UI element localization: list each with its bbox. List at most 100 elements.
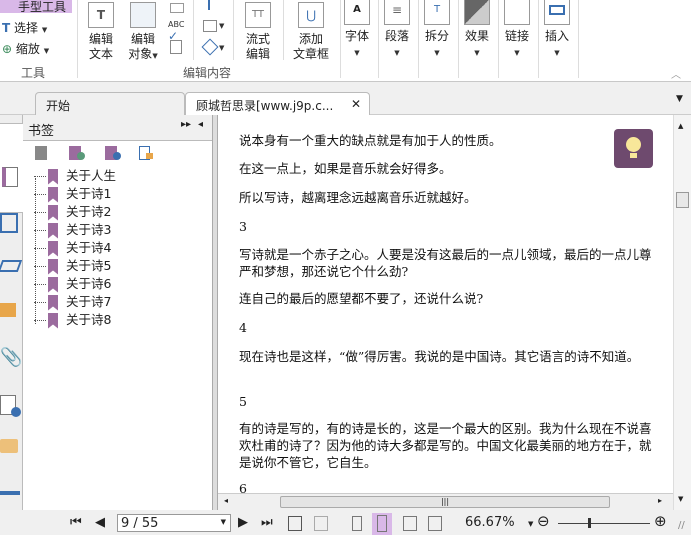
vertical-scrollbar[interactable]: ▲ ▼ [673, 115, 691, 510]
page-number-input[interactable]: 9 / 55 ▼ [117, 514, 231, 532]
lightbulb-icon [626, 137, 641, 152]
insert-image-icon[interactable] [203, 20, 217, 32]
font-button[interactable]: A 字体 ▼ [344, 0, 370, 61]
split-icon: T [424, 0, 450, 25]
bookmark-item[interactable]: 关于诗2 [34, 203, 111, 221]
flow-edit-button[interactable]: TT 流式 编辑 [243, 2, 273, 62]
zoom-button[interactable]: ⊕ 缩放 ▼ [2, 40, 49, 57]
split-button[interactable]: T 拆分 ▼ [424, 0, 450, 61]
zoom-slider[interactable] [558, 523, 650, 524]
paragraph: 写诗就是一个赤子之心。人要是没有这最后的一点儿领域，最后的一点儿尊严和梦想，那还… [239, 247, 652, 279]
bookmark-flag-icon [48, 240, 58, 257]
horizontal-scroll-thumb[interactable]: ||| [280, 496, 610, 508]
paragraph-icon: ≡ [384, 0, 410, 25]
vertical-scroll-thumb[interactable] [676, 192, 689, 208]
tab-document[interactable]: 顾城哲思录[www.j9p.c... ✕ [185, 92, 370, 116]
close-tab-icon[interactable]: ✕ [351, 97, 361, 111]
zoom-level[interactable]: 66.67% [465, 515, 515, 531]
continuous-facing-icon[interactable] [428, 516, 442, 531]
split-label: 拆分 [424, 29, 449, 43]
collapse-panel-icon[interactable]: ◂ [198, 119, 203, 130]
effects-button[interactable]: 效果 ▼ [464, 0, 490, 61]
section-number: 5 [239, 394, 247, 409]
bookmark-label: 关于诗7 [66, 294, 112, 309]
section-number: 3 [239, 219, 247, 234]
previous-view-icon[interactable] [288, 516, 302, 531]
insert-button[interactable]: 插入 ▼ [544, 0, 570, 61]
bookmarks-title: 书签 [28, 124, 55, 139]
paragraph: 有的诗是写的，有的诗是长的，这是一个最大的区别。我为什么现在不说喜欢杜甫的诗了？… [239, 421, 652, 470]
edit-text-icon: T [88, 2, 114, 28]
zoom-slider-thumb[interactable] [588, 518, 591, 528]
facing-pages-icon[interactable] [403, 516, 417, 531]
bookmark-tree: 关于人生 关于诗1 关于诗2 关于诗3 关于诗4 关于诗5 关于诗6 关于诗7 … [23, 140, 212, 510]
pages-panel-icon[interactable] [0, 213, 18, 233]
paragraph: 在这一点上，如果是音乐就会好得多。 [239, 161, 452, 176]
tools-group-label: 工具 [21, 66, 46, 80]
select-button[interactable]: T 选择 ▼ [2, 19, 47, 36]
insert-text-icon[interactable] [208, 0, 210, 10]
tab-document-label: 顾城哲思录[www.j9p.c... [196, 99, 334, 113]
single-page-icon[interactable] [352, 516, 362, 531]
text-replace-icon[interactable] [170, 40, 182, 54]
scroll-up-icon[interactable]: ▲ [678, 122, 683, 130]
bookmark-item[interactable]: 关于诗4 [34, 239, 111, 257]
bookmark-item[interactable]: 关于诗7 [34, 293, 111, 311]
collapse-ribbon-icon[interactable]: ︿ [671, 66, 681, 81]
tab-start[interactable]: 开始 [35, 92, 185, 115]
paragraph-button[interactable]: ≡ 段落 ▼ [384, 0, 410, 61]
bookmark-item[interactable]: 关于诗3 [34, 221, 111, 239]
section-number: 6 [239, 481, 247, 493]
flow-edit-label-2: 编辑 [245, 47, 270, 61]
zoom-out-icon[interactable]: ⊖ [537, 513, 550, 529]
bookmarks-panel-icon[interactable] [2, 167, 18, 187]
bookmark-label: 关于诗5 [66, 258, 112, 273]
bookmark-item[interactable]: 关于诗6 [34, 275, 111, 293]
bookmark-item[interactable]: 关于诗5 [34, 257, 111, 275]
scroll-left-icon[interactable]: ◂ [224, 496, 228, 505]
continuous-page-button[interactable] [372, 513, 392, 535]
resize-grip-icon[interactable]: // [678, 518, 685, 534]
bookmark-item[interactable]: 关于诗1 [34, 185, 111, 203]
shape-icon[interactable] [201, 38, 219, 56]
bookmark-properties-icon[interactable] [139, 146, 153, 160]
hint-button[interactable] [614, 129, 653, 168]
ribbon: 手型工具 T 选择 ▼ ⊕ 缩放 ▼ 工具 T 编辑 文本 编辑 对象▼ ABC ✓ … [0, 0, 691, 82]
tab-start-label: 开始 [46, 99, 71, 113]
next-page-icon[interactable]: ▶ [238, 515, 248, 531]
edit-text-button[interactable]: T 编辑 文本 [86, 2, 116, 62]
scroll-down-icon[interactable]: ▼ [678, 495, 683, 503]
previous-page-icon[interactable]: ◀ [95, 515, 105, 531]
layers-panel-icon[interactable] [0, 260, 23, 272]
delete-bookmark-icon[interactable] [35, 146, 47, 160]
security-panel-icon[interactable] [0, 439, 18, 453]
bookmark-item[interactable]: 关于人生 [34, 167, 116, 185]
section-number: 4 [239, 320, 247, 335]
bookmark-item[interactable]: 关于诗8 [34, 311, 111, 329]
first-page-icon[interactable]: ⏮ [70, 515, 82, 531]
hand-tool-button[interactable]: 手型工具 [0, 0, 72, 13]
tab-list-dropdown-icon[interactable]: ▼ [676, 94, 683, 104]
add-bookmark-icon[interactable] [69, 146, 85, 160]
zoom-in-icon[interactable]: ⊕ [654, 513, 667, 529]
zoom-dropdown-icon[interactable]: ▼ [528, 520, 533, 528]
line-spacing-icon[interactable] [170, 3, 184, 13]
attachments-panel-icon[interactable]: 📎 [0, 347, 22, 368]
bookmark-flag-icon [48, 294, 58, 311]
signature-panel-icon[interactable] [0, 395, 21, 417]
last-page-icon[interactable]: ⏭ [261, 515, 273, 531]
zoom-icon: ⊕ [2, 42, 13, 56]
bookmark-label: 关于人生 [66, 168, 117, 183]
goto-bookmark-icon[interactable] [105, 146, 121, 160]
expand-panel-icon[interactable]: ▸▸ [181, 119, 191, 130]
paragraph: 现在诗也是这样，“做”得厉害。我说的是中国诗。其它语言的诗不知道。 [239, 349, 640, 364]
edit-object-button[interactable]: 编辑 对象▼ [124, 2, 162, 64]
next-view-icon[interactable] [314, 516, 328, 531]
add-article-box-button[interactable]: ⋃ 添加 文章框 [290, 2, 332, 62]
horizontal-scrollbar[interactable]: ◂ ||| ▸ [218, 493, 673, 510]
scroll-right-icon[interactable]: ▸ [658, 496, 662, 505]
select-icon: T [2, 21, 11, 35]
comments-panel-icon[interactable] [0, 303, 16, 317]
bookmarks-panel: 书签 ▸▸ ◂ 关于人生 关于诗1 关于诗2 关于诗3 关于诗4 关于诗5 关于… [23, 115, 212, 510]
link-button[interactable]: 链接 ▼ [504, 0, 530, 61]
